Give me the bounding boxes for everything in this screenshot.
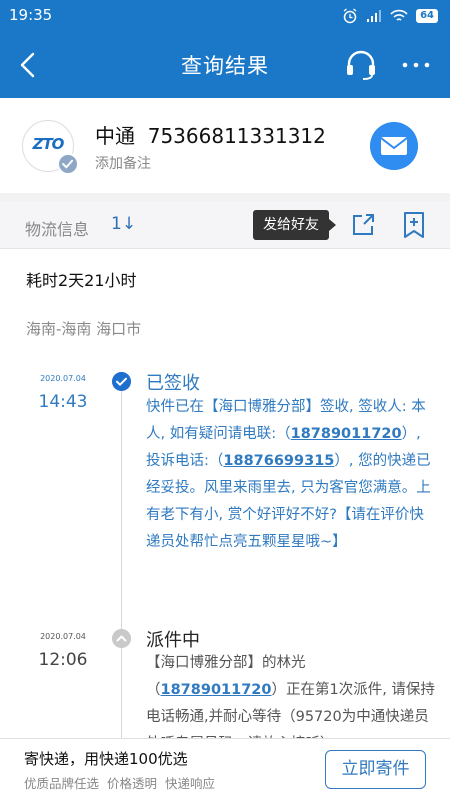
customer-service-icon[interactable] <box>343 48 379 82</box>
promo-subtitle: 优质品牌任选 价格透明 快递响应 <box>24 776 215 791</box>
status-icons: 64 <box>342 6 438 26</box>
nav-bar: 查询结果 <box>0 32 450 98</box>
courier-card: ZTO 中通 75366811331312 添加备注 <box>0 98 450 193</box>
chevron-up-icon <box>112 629 131 648</box>
transit-duration: 耗时2天21小时 <box>26 271 137 290</box>
promo-title: 寄快递，用快递100优选 <box>24 750 188 768</box>
message-icon[interactable] <box>370 122 418 170</box>
signal-icon <box>367 10 382 22</box>
event-time: 14:43 <box>38 392 88 412</box>
complaint-phone-link[interactable]: 18876699315 <box>223 453 334 469</box>
wifi-icon <box>390 9 408 21</box>
courier-logo-text: ZTO <box>32 135 65 153</box>
verified-check-icon <box>57 153 79 175</box>
bottom-promo-bar: 寄快递，用快递100优选 优质品牌任选 价格透明 快递响应 立即寄件 <box>0 738 450 800</box>
checked-icon <box>112 372 131 391</box>
add-bookmark-icon[interactable] <box>400 210 428 240</box>
share-tooltip: 发给好友 <box>253 210 336 240</box>
status-bar: 19:35 64 <box>0 0 450 32</box>
section-divider <box>0 193 450 201</box>
route-text: 海南-海南 海口市 <box>26 320 142 338</box>
send-package-button[interactable]: 立即寄件 <box>325 750 426 789</box>
status-time: 19:35 <box>9 6 53 24</box>
add-remark-link[interactable]: 添加备注 <box>95 153 151 173</box>
tracking-number: 75366811331312 <box>147 124 326 148</box>
logistics-header: 物流信息 1↓ 发给好友 <box>0 201 450 249</box>
logistics-info-label: 物流信息 <box>25 220 90 239</box>
event-detail: 快件已在【海口博雅分部】签收, 签收人: 本人, 如有疑问请电联:（187890… <box>146 394 436 556</box>
alarm-icon <box>343 8 357 24</box>
courier-phone-link[interactable]: 18789011720 <box>291 426 402 442</box>
more-icon[interactable] <box>398 48 434 82</box>
event-date: 2020.07.04 <box>40 374 86 383</box>
event-time: 12:06 <box>38 650 88 670</box>
event-status: 派件中 <box>146 630 200 651</box>
sort-order-toggle[interactable]: 1↓ <box>111 214 136 234</box>
timeline-line <box>121 390 122 740</box>
courier-phone-link[interactable]: 18789011720 <box>161 682 272 698</box>
event-date: 2020.07.04 <box>40 632 86 641</box>
courier-logo: ZTO <box>22 120 79 175</box>
page-title: 查询结果 <box>181 54 269 78</box>
courier-title: 中通 75366811331312 <box>95 120 326 149</box>
battery-icon: 64 <box>416 9 438 23</box>
courier-name: 中通 <box>95 124 135 148</box>
event-status: 已签收 <box>146 373 200 394</box>
share-icon[interactable] <box>349 211 377 239</box>
